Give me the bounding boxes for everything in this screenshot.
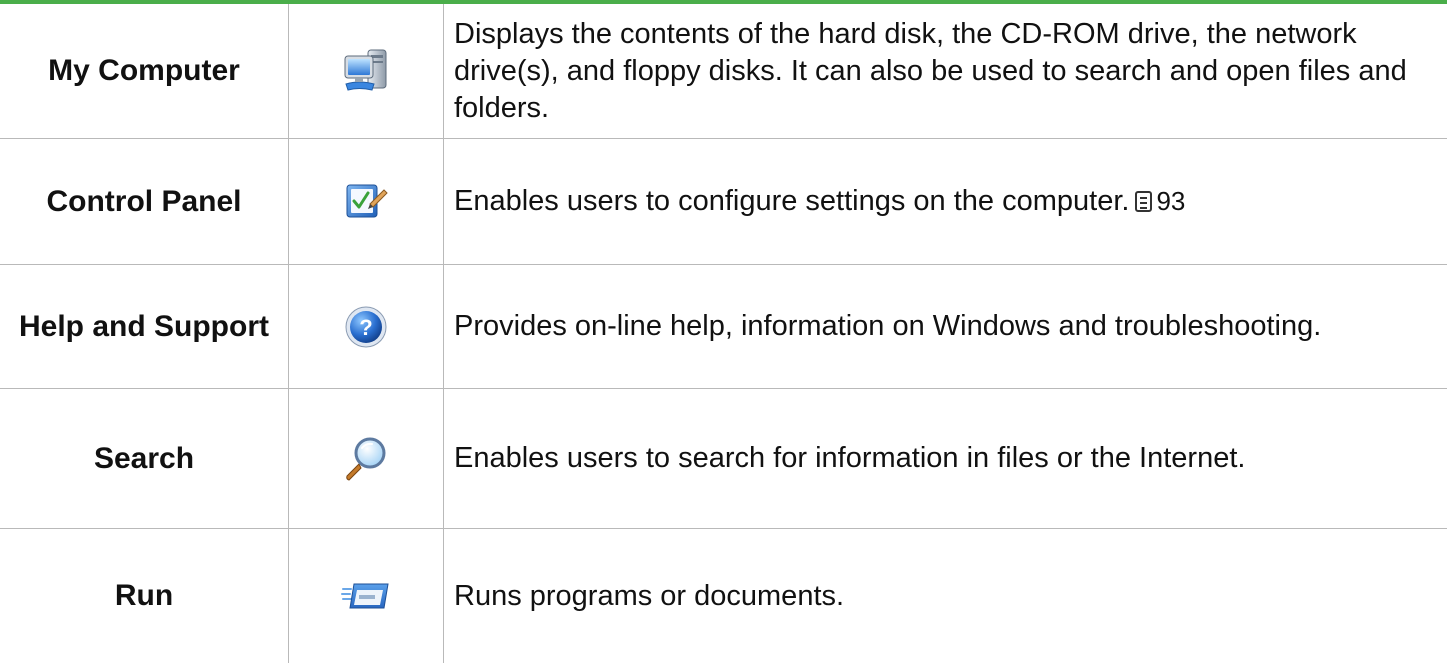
page-reference-number[interactable]: 93 [1156,183,1185,220]
table-row-run: Run Runs programs or documents. [0,529,1447,663]
item-name: Run [0,529,289,663]
search-icon [346,437,386,481]
item-name: My Computer [0,4,289,138]
item-description: Displays the contents of the hard disk, … [454,17,1407,124]
table-row-search: Search Enables users to search for infor… [0,389,1447,529]
page-reference-icon [1135,191,1153,212]
table-row-my-computer: My Computer Displays the contents of the… [0,4,1447,139]
item-description: Enables users to search for information … [454,442,1246,474]
item-name: Search [0,389,289,528]
item-name: Help and Support [0,265,289,388]
item-description: Provides on-line help, information on Wi… [454,310,1322,342]
run-icon [341,583,389,609]
item-description: Enables users to configure settings on t… [454,185,1130,217]
control-panel-icon [346,184,388,217]
start-menu-items-table: My Computer Displays the contents of the… [0,4,1447,663]
item-name: Control Panel [0,139,289,264]
table-row-control-panel: Control Panel Enables users to configure… [0,139,1447,265]
my-computer-icon [344,49,387,91]
svg-text:?: ? [359,315,372,340]
item-description: Runs programs or documents. [454,579,845,612]
help-icon: ? [345,306,387,347]
table-row-help-and-support: Help and Support ? Provides on-line help… [0,265,1447,389]
